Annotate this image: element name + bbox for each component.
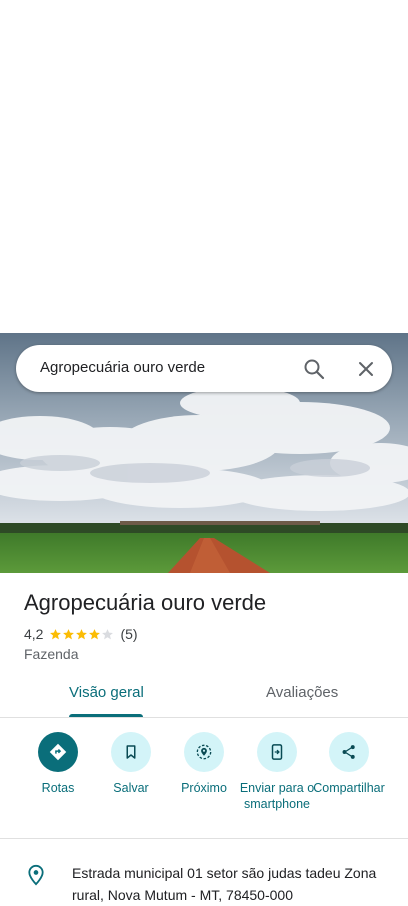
star-full-icon (50, 628, 62, 639)
tab-reviews[interactable]: Avaliações (266, 684, 338, 701)
search-input[interactable]: Agropecuária ouro verde (40, 359, 205, 376)
search-bar[interactable]: Agropecuária ouro verde (16, 345, 392, 392)
directions-label: Rotas (41, 781, 75, 795)
save-label: Salvar (113, 781, 149, 795)
place-tabs: Visão geral Avaliações (0, 676, 408, 718)
divider (0, 838, 408, 839)
share-label: Compartilhar (313, 781, 385, 795)
place-title: Agropecuária ouro verde (24, 590, 267, 615)
save-button[interactable]: Salvar (91, 732, 171, 796)
star-empty-icon (102, 628, 114, 639)
send-to-phone-icon (257, 732, 297, 772)
share-icon (329, 732, 369, 772)
share-button[interactable]: Compartilhar (309, 732, 389, 796)
star-rating (49, 628, 114, 641)
search-icon[interactable] (302, 357, 326, 381)
send-to-phone-button[interactable]: Enviar para o smartphone (237, 732, 317, 812)
bookmark-icon (111, 732, 151, 772)
divider (0, 717, 408, 718)
rating-value: 4,2 (24, 626, 44, 642)
address-text: Estrada municipal 01 setor são judas tad… (72, 865, 377, 903)
rating-row[interactable]: 4,2 (5) (24, 625, 138, 643)
directions-icon (38, 732, 78, 772)
directions-button[interactable]: Rotas (18, 732, 98, 796)
close-icon[interactable] (354, 357, 378, 381)
review-count[interactable]: (5) (120, 626, 137, 642)
location-pin-icon (26, 864, 46, 886)
place-category: Fazenda (24, 646, 79, 662)
star-full-icon (63, 628, 75, 639)
send-to-phone-label: Enviar para o smartphone (239, 781, 315, 811)
star-full-icon (76, 628, 88, 639)
map-blank-area (0, 0, 408, 333)
nearby-label: Próximo (181, 781, 227, 795)
nearby-icon (184, 732, 224, 772)
star-full-icon (89, 628, 101, 639)
nearby-button[interactable]: Próximo (164, 732, 244, 796)
tab-overview[interactable]: Visão geral (69, 684, 144, 701)
